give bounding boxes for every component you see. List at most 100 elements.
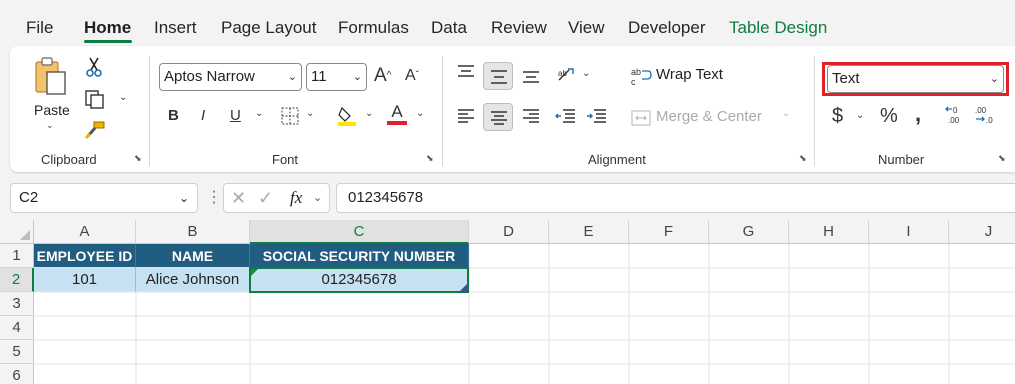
svg-text:.0: .0 (986, 116, 993, 125)
tab-developer[interactable]: Developer (628, 18, 706, 38)
increase-indent-icon[interactable] (586, 108, 608, 129)
row-header-1[interactable]: 1 (0, 244, 34, 268)
column-header-j[interactable]: J (949, 220, 1015, 244)
font-color-chevron-icon[interactable]: ⌄ (416, 108, 424, 119)
font-name-value: Aptos Narrow (164, 68, 255, 85)
clipboard-launcher-icon[interactable]: ⬊ (134, 153, 144, 163)
table-resize-handle-icon[interactable] (459, 284, 467, 292)
svg-text:.00: .00 (948, 116, 960, 125)
bottom-align-icon[interactable] (521, 68, 541, 89)
column-header-c[interactable]: C (250, 220, 469, 244)
cut-icon[interactable] (84, 56, 104, 83)
orientation-chevron-icon[interactable]: ⌄ (582, 68, 590, 79)
middle-align-icon (491, 70, 507, 84)
tab-home[interactable]: Home (84, 18, 131, 38)
copy-dropdown-chevron-icon[interactable]: ⌄ (119, 92, 127, 103)
alignment-group-label: Alignment (588, 152, 646, 167)
fill-color-icon[interactable] (336, 104, 358, 131)
merge-center-label: Merge & Center (656, 108, 762, 125)
align-left-icon[interactable] (456, 108, 476, 129)
ribbon-tabs: File Home Insert Page Layout Formulas Da… (0, 0, 1015, 46)
orientation-icon[interactable]: ab (556, 66, 578, 89)
tab-review[interactable]: Review (491, 18, 547, 38)
font-size-value: 11 (311, 68, 327, 85)
column-header-e[interactable]: E (549, 220, 629, 244)
column-header-b[interactable]: B (136, 220, 250, 244)
increase-font-size-icon[interactable]: A^ (374, 66, 391, 86)
underline-chevron-icon[interactable]: ⌄ (255, 108, 263, 119)
separator (149, 56, 150, 166)
separator (442, 56, 443, 166)
enter-icon[interactable]: ✓ (258, 184, 273, 212)
select-all-corner[interactable] (0, 220, 34, 244)
decrease-decimal-icon[interactable]: .00.0 (974, 104, 998, 131)
tab-formulas[interactable]: Formulas (338, 18, 409, 38)
row-header-5[interactable]: 5 (0, 340, 34, 364)
table-header-cell[interactable]: SOCIAL SECURITY NUMBER (250, 244, 469, 268)
svg-text:ab: ab (558, 69, 567, 78)
format-painter-icon[interactable] (84, 120, 106, 145)
column-header-d[interactable]: D (469, 220, 549, 244)
formula-input[interactable]: 012345678 (336, 183, 1015, 213)
align-right-icon[interactable] (521, 108, 541, 129)
row-header-6[interactable]: 6 (0, 364, 34, 384)
tab-data[interactable]: Data (431, 18, 467, 38)
table-cell[interactable]: 101 (34, 268, 136, 292)
borders-chevron-icon[interactable]: ⌄ (306, 108, 314, 119)
increase-decimal-icon[interactable]: 0.00 (944, 104, 966, 131)
table-cell[interactable]: Alice Johnson (136, 268, 250, 292)
wrap-text-label: Wrap Text (656, 66, 723, 83)
text-number-warning-icon[interactable] (251, 269, 259, 277)
name-box[interactable]: C2 ⌄ (10, 183, 198, 213)
tab-table-design[interactable]: Table Design (729, 18, 827, 38)
column-header-g[interactable]: G (709, 220, 789, 244)
alignment-launcher-icon[interactable]: ⬊ (799, 153, 809, 163)
font-launcher-icon[interactable]: ⬊ (426, 153, 436, 163)
active-cell-border (249, 267, 469, 293)
column-header-i[interactable]: I (869, 220, 949, 244)
row-header-2[interactable]: 2 (0, 268, 34, 292)
decrease-indent-icon[interactable] (555, 108, 577, 129)
borders-icon[interactable] (280, 106, 300, 131)
accounting-format-icon[interactable]: $ (832, 106, 843, 126)
svg-text:.00: .00 (975, 106, 987, 115)
cancel-icon[interactable]: ✕ (231, 184, 246, 212)
wrap-text-icon: abc (631, 67, 652, 86)
number-format-combobox[interactable]: Text ⌄ (827, 65, 1004, 93)
middle-align-button[interactable] (483, 62, 513, 90)
top-align-icon[interactable] (456, 64, 476, 85)
formula-bar: C2 ⌄ ⋮ ✕ ✓ fx ⌄ 012345678 (0, 172, 1015, 218)
italic-icon[interactable]: I (201, 106, 205, 126)
underline-icon[interactable]: U (230, 106, 241, 126)
accounting-chevron-icon[interactable]: ⌄ (856, 110, 864, 121)
comma-style-icon[interactable]: , (915, 103, 921, 125)
align-center-button[interactable] (483, 103, 513, 131)
fill-color-chevron-icon[interactable]: ⌄ (365, 108, 373, 119)
font-color-icon[interactable]: A (387, 102, 407, 125)
number-launcher-icon[interactable]: ⬊ (998, 153, 1008, 163)
tab-insert[interactable]: Insert (154, 18, 197, 38)
tab-page-layout[interactable]: Page Layout (221, 18, 316, 38)
more-options-icon[interactable]: ⋮ (206, 189, 222, 207)
tab-view[interactable]: View (568, 18, 605, 38)
copy-icon[interactable] (84, 88, 106, 115)
clipboard-group-label: Clipboard (41, 152, 97, 167)
table-header-cell[interactable]: NAME (136, 244, 250, 268)
column-header-a[interactable]: A (34, 220, 136, 244)
insert-function-icon[interactable]: fx (290, 184, 302, 212)
percent-style-icon[interactable]: % (880, 106, 898, 126)
decrease-font-size-icon[interactable]: Aˇ (405, 66, 419, 86)
svg-text:0: 0 (953, 106, 958, 115)
font-name-combobox[interactable]: Aptos Narrow ⌄ (159, 63, 302, 91)
column-header-f[interactable]: F (629, 220, 709, 244)
column-header-h[interactable]: H (789, 220, 869, 244)
ribbon: Paste ⌄ ⌄ Clipboard ⬊ Aptos Narrow ⌄ 11 … (10, 46, 1015, 172)
tab-file[interactable]: File (26, 18, 53, 38)
row-header-4[interactable]: 4 (0, 316, 34, 340)
bold-icon[interactable]: B (168, 106, 179, 126)
row-header-3[interactable]: 3 (0, 292, 34, 316)
paste-icon (35, 57, 66, 95)
table-header-cell[interactable]: EMPLOYEE ID (34, 244, 136, 268)
paste-button[interactable]: Paste ⌄ (30, 56, 74, 130)
font-size-combobox[interactable]: 11 ⌄ (306, 63, 367, 91)
